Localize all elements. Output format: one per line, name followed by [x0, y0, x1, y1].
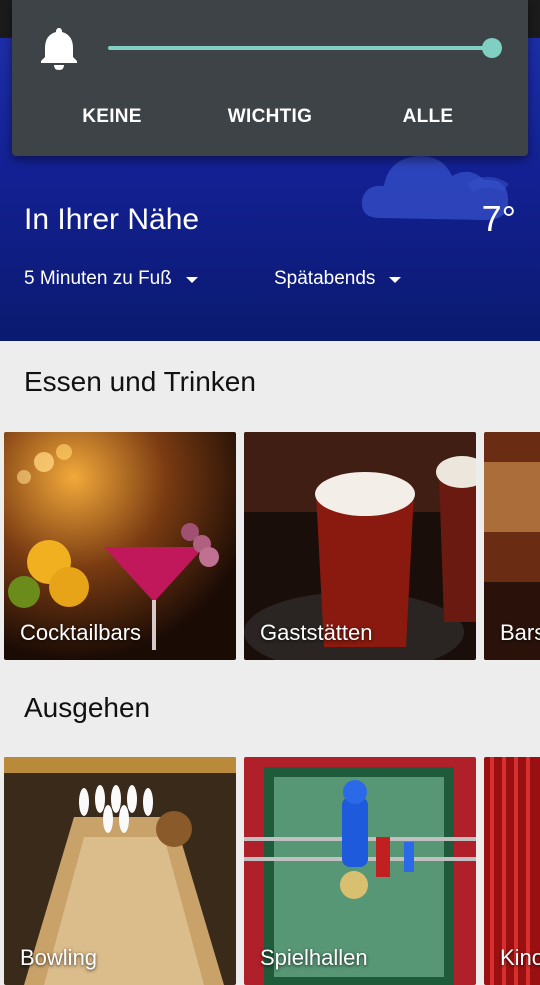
- card-label: Bowling: [20, 945, 98, 970]
- notification-level-panel: KEINE WICHTIG ALLE: [12, 0, 528, 156]
- card-label: Cocktailbars: [20, 620, 142, 645]
- card-label: Gaststätten: [260, 620, 373, 645]
- card-cocktailbars[interactable]: Cocktailbars: [4, 432, 236, 660]
- page-title: In Ihrer Nähe: [24, 203, 200, 236]
- card-kino[interactable]: Kino: [484, 757, 540, 985]
- card-gaststaetten[interactable]: Gaststätten: [244, 432, 476, 660]
- temperature: 7°: [481, 198, 516, 239]
- food-card-row: Cocktailbars Gaststätten Bars: [0, 432, 540, 660]
- section-title-going-out: Ausgehen: [24, 692, 151, 723]
- going-out-card-row: Bowling Spielhallen Kino: [0, 757, 540, 985]
- card-bars[interactable]: Bars: [484, 432, 540, 660]
- dropdown-arrow-icon: [185, 277, 198, 283]
- notification-slider-thumb[interactable]: [482, 38, 502, 58]
- card-bowling[interactable]: Bowling: [4, 757, 236, 985]
- level-all-button[interactable]: ALLE: [403, 106, 454, 128]
- bell-icon: [41, 28, 77, 70]
- notification-slider-track[interactable]: [108, 46, 492, 50]
- level-important-button[interactable]: WICHTIG: [228, 106, 312, 128]
- time-filter-label: Spätabends: [274, 268, 376, 289]
- card-spielhallen[interactable]: Spielhallen: [244, 757, 476, 985]
- dropdown-arrow-icon: [389, 277, 402, 283]
- distance-filter-dropdown[interactable]: 5 Minuten zu Fuß: [24, 268, 198, 290]
- time-filter-dropdown[interactable]: Spätabends: [274, 268, 402, 290]
- card-label: Spielhallen: [260, 945, 368, 970]
- distance-filter-label: 5 Minuten zu Fuß: [24, 268, 172, 289]
- level-none-button[interactable]: KEINE: [82, 106, 142, 128]
- card-label: Kino: [500, 945, 540, 970]
- card-label: Bars: [500, 620, 540, 645]
- section-title-food: Essen und Trinken: [24, 366, 256, 397]
